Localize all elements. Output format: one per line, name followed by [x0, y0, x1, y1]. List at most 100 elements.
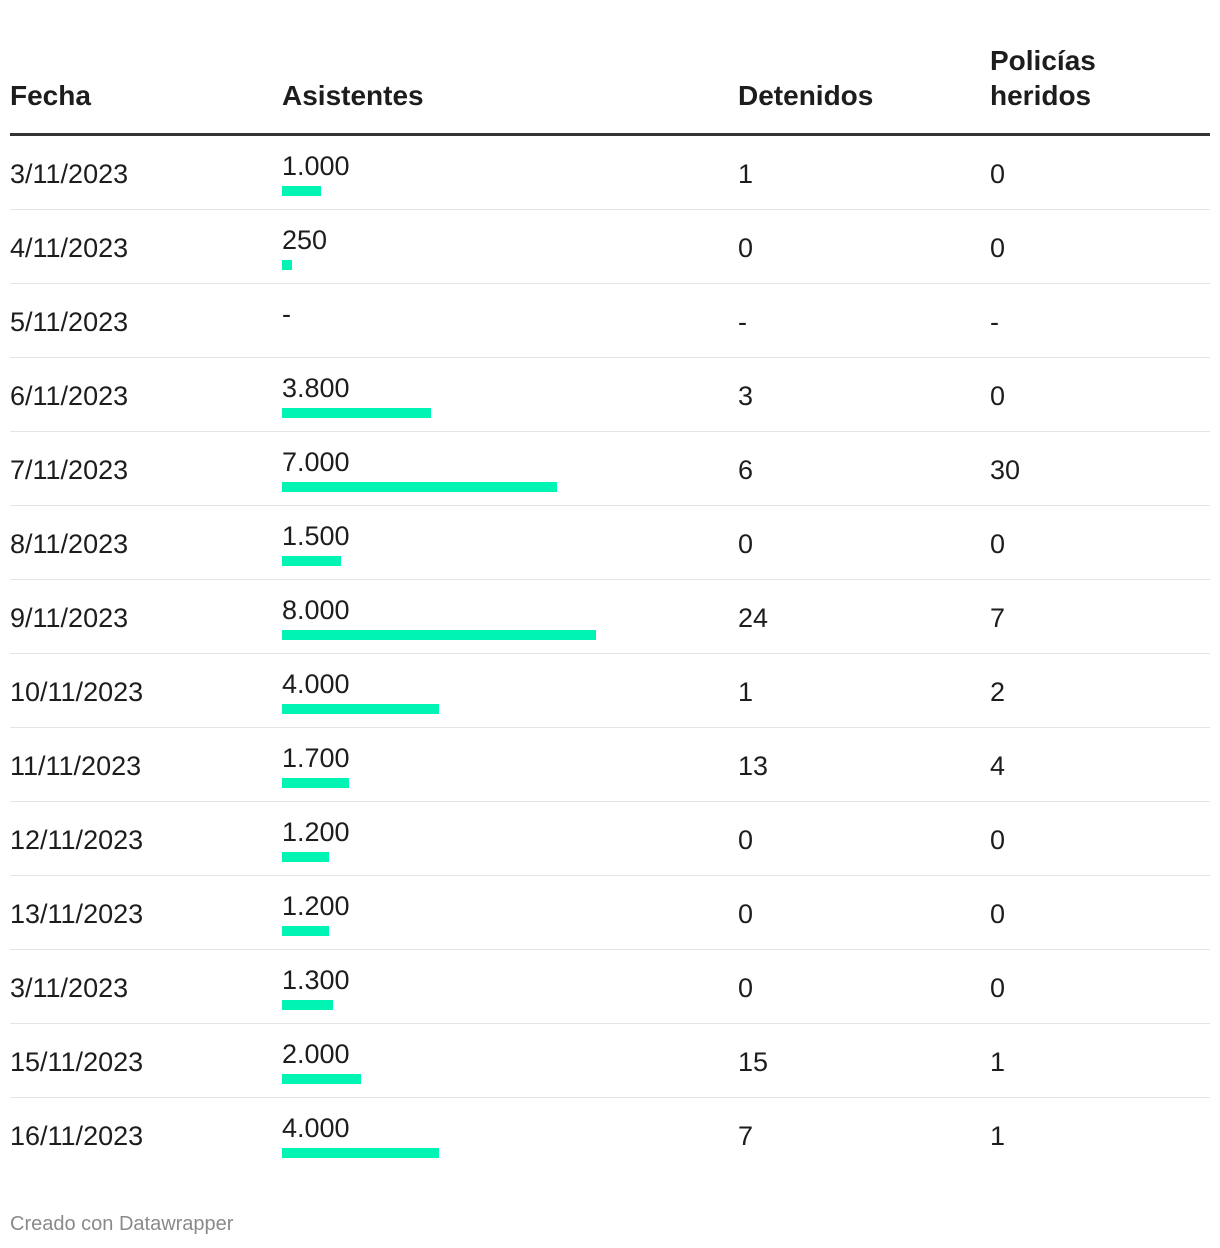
asistentes-bar — [282, 1000, 333, 1010]
cell-fecha: 12/11/2023 — [10, 825, 144, 855]
asistentes-value-label: 4.000 — [282, 1113, 350, 1143]
asistentes-value-label: 1.200 — [282, 817, 350, 847]
table-row: 9/11/2023 8.000 24 7 — [10, 580, 1210, 654]
cell-policias-heridos: 1 — [990, 1047, 1006, 1077]
asistentes-value-label: 1.700 — [282, 743, 350, 773]
asistentes-bar — [282, 260, 292, 270]
asistentes-bar — [282, 926, 329, 936]
cell-asistentes: 1.500 — [282, 520, 682, 566]
cell-asistentes: 1.200 — [282, 890, 682, 936]
table-row: 3/11/2023 1.300 0 0 — [10, 950, 1210, 1024]
cell-fecha: 3/11/2023 — [10, 973, 129, 1003]
asistentes-value-label: 2.000 — [282, 1039, 350, 1069]
asistentes-value-label: 1.000 — [282, 151, 350, 181]
cell-fecha: 10/11/2023 — [10, 677, 144, 707]
cell-fecha: 8/11/2023 — [10, 529, 129, 559]
cell-detenidos: 0 — [738, 233, 754, 263]
cell-asistentes: 250 — [282, 224, 682, 270]
cell-detenidos: 0 — [738, 825, 754, 855]
cell-detenidos: 6 — [738, 455, 754, 485]
cell-policias-heridos: 0 — [990, 973, 1006, 1003]
asistentes-value-label: - — [282, 299, 291, 329]
asistentes-bar — [282, 556, 341, 566]
cell-fecha: 9/11/2023 — [10, 603, 129, 633]
cell-detenidos: 0 — [738, 899, 754, 929]
asistentes-bar — [282, 852, 329, 862]
table-row: 11/11/2023 1.700 13 4 — [10, 728, 1210, 802]
asistentes-bar — [282, 1148, 439, 1158]
cell-asistentes: 8.000 — [282, 594, 682, 640]
cell-detenidos: - — [738, 307, 747, 337]
cell-policias-heridos: 0 — [990, 825, 1006, 855]
cell-asistentes: 1.700 — [282, 742, 682, 788]
header-policias-heridos[interactable]: Policías heridos — [990, 43, 1150, 113]
asistentes-value-label: 3.800 — [282, 373, 350, 403]
cell-detenidos: 0 — [738, 973, 754, 1003]
table-body: 3/11/2023 1.000 1 0 4/11/2023 250 0 0 5/11/2023 -… — [10, 136, 1210, 1172]
cell-policias-heridos: 2 — [990, 677, 1006, 707]
cell-asistentes: 7.000 — [282, 446, 682, 492]
header-detenidos[interactable]: Detenidos — [738, 78, 873, 113]
header-fecha[interactable]: Fecha — [10, 78, 91, 113]
cell-detenidos: 1 — [738, 677, 754, 707]
cell-fecha: 4/11/2023 — [10, 233, 129, 263]
asistentes-bar — [282, 482, 557, 492]
cell-policias-heridos: 0 — [990, 233, 1006, 263]
asistentes-value-label: 8.000 — [282, 595, 350, 625]
table-row: 7/11/2023 7.000 6 30 — [10, 432, 1210, 506]
cell-asistentes: 4.000 — [282, 1112, 682, 1158]
cell-detenidos: 3 — [738, 381, 754, 411]
cell-policias-heridos: 0 — [990, 159, 1006, 189]
asistentes-bar — [282, 630, 596, 640]
cell-detenidos: 13 — [738, 751, 769, 781]
cell-asistentes: 1.200 — [282, 816, 682, 862]
table-row: 16/11/2023 4.000 7 1 — [10, 1098, 1210, 1172]
table-row: 15/11/2023 2.000 15 1 — [10, 1024, 1210, 1098]
cell-policias-heridos: 7 — [990, 603, 1006, 633]
cell-fecha: 16/11/2023 — [10, 1121, 144, 1151]
cell-policias-heridos: 30 — [990, 455, 1021, 485]
table-row: 10/11/2023 4.000 1 2 — [10, 654, 1210, 728]
cell-policias-heridos: 0 — [990, 899, 1006, 929]
cell-fecha: 7/11/2023 — [10, 455, 129, 485]
table-row: 12/11/2023 1.200 0 0 — [10, 802, 1210, 876]
cell-asistentes: 1.300 — [282, 964, 682, 1010]
asistentes-value-label: 4.000 — [282, 669, 350, 699]
asistentes-bar — [282, 186, 321, 196]
cell-detenidos: 7 — [738, 1121, 754, 1151]
asistentes-value-label: 250 — [282, 225, 328, 255]
asistentes-bar — [282, 408, 431, 418]
cell-detenidos: 0 — [738, 529, 754, 559]
header-asistentes[interactable]: Asistentes — [282, 78, 424, 113]
cell-policias-heridos: 1 — [990, 1121, 1006, 1151]
asistentes-value-label: 1.500 — [282, 521, 350, 551]
asistentes-value-label: 1.300 — [282, 965, 350, 995]
data-table: Fecha Asistentes Detenidos Policías heri… — [10, 0, 1210, 1172]
cell-detenidos: 24 — [738, 603, 769, 633]
cell-fecha: 6/11/2023 — [10, 381, 129, 411]
table-row: 8/11/2023 1.500 0 0 — [10, 506, 1210, 580]
cell-asistentes: 1.000 — [282, 150, 682, 196]
cell-policias-heridos: 0 — [990, 381, 1006, 411]
asistentes-bar — [282, 778, 349, 788]
cell-detenidos: 1 — [738, 159, 754, 189]
table-row: 13/11/2023 1.200 0 0 — [10, 876, 1210, 950]
cell-detenidos: 15 — [738, 1047, 769, 1077]
footer-credit[interactable]: Creado con Datawrapper — [10, 1212, 233, 1236]
cell-fecha: 13/11/2023 — [10, 899, 144, 929]
asistentes-value-label: 1.200 — [282, 891, 350, 921]
cell-asistentes: - — [282, 298, 682, 330]
cell-asistentes: 3.800 — [282, 372, 682, 418]
cell-asistentes: 4.000 — [282, 668, 682, 714]
table-row: 4/11/2023 250 0 0 — [10, 210, 1210, 284]
cell-fecha: 11/11/2023 — [10, 751, 142, 781]
cell-policias-heridos: - — [990, 307, 999, 337]
table-row: 6/11/2023 3.800 3 0 — [10, 358, 1210, 432]
table-row: 3/11/2023 1.000 1 0 — [10, 136, 1210, 210]
asistentes-bar — [282, 1074, 361, 1084]
cell-fecha: 15/11/2023 — [10, 1047, 144, 1077]
cell-policias-heridos: 0 — [990, 529, 1006, 559]
cell-asistentes: 2.000 — [282, 1038, 682, 1084]
asistentes-value-label: 7.000 — [282, 447, 350, 477]
cell-fecha: 3/11/2023 — [10, 159, 129, 189]
